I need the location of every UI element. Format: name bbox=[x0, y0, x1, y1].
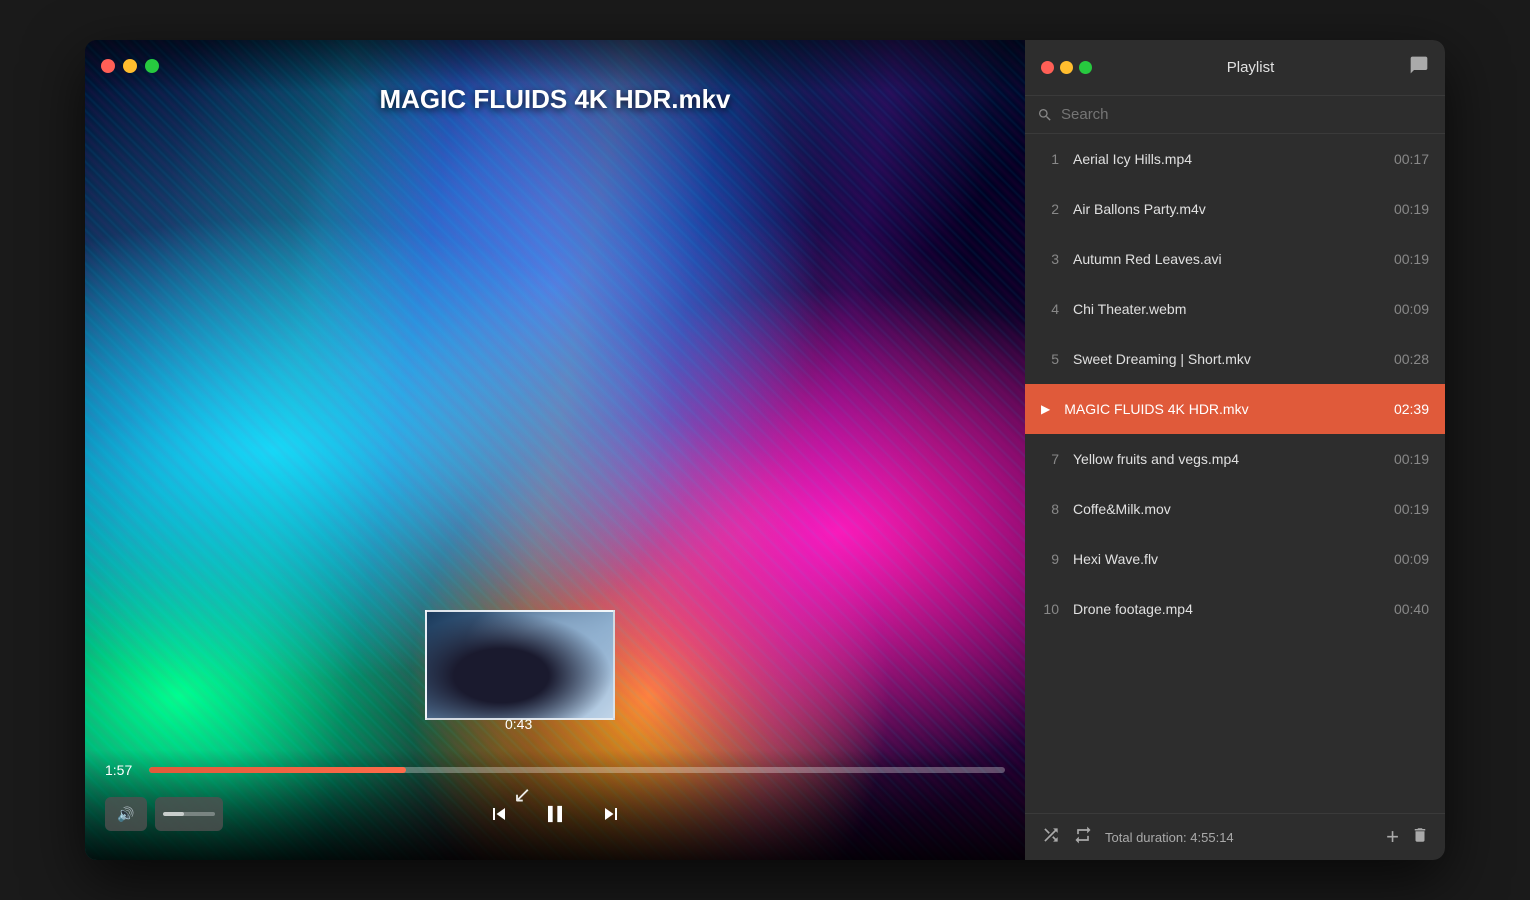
item-number: 1 bbox=[1041, 151, 1059, 167]
volume-button[interactable]: 🔊 bbox=[105, 797, 147, 831]
progress-bar-bg bbox=[149, 767, 1005, 773]
item-name: Aerial Icy Hills.mp4 bbox=[1073, 151, 1380, 167]
item-name: Drone footage.mp4 bbox=[1073, 601, 1380, 617]
volume-track bbox=[163, 812, 215, 816]
item-duration: 00:09 bbox=[1394, 301, 1429, 317]
item-duration: 00:19 bbox=[1394, 251, 1429, 267]
play-icon: ▶ bbox=[1041, 402, 1050, 416]
search-row bbox=[1025, 96, 1445, 134]
chat-icon[interactable] bbox=[1409, 55, 1429, 80]
total-duration: Total duration: 4:55:14 bbox=[1105, 830, 1374, 845]
playlist-maximize[interactable] bbox=[1079, 61, 1092, 74]
next-button[interactable] bbox=[589, 792, 633, 836]
current-time: 1:57 bbox=[105, 762, 137, 778]
volume-icon: 🔊 bbox=[117, 806, 134, 823]
controls-buttons: 🔊 bbox=[105, 788, 1005, 840]
traffic-lights bbox=[101, 59, 159, 73]
progress-row: 1:57 bbox=[105, 762, 1005, 778]
playlist-traffic-lights bbox=[1041, 61, 1092, 74]
playlist-header: Playlist bbox=[1025, 40, 1445, 96]
window-titlebar bbox=[85, 40, 1025, 92]
item-duration: 00:09 bbox=[1394, 551, 1429, 567]
item-name: Autumn Red Leaves.avi bbox=[1073, 251, 1380, 267]
item-name: Chi Theater.webm bbox=[1073, 301, 1380, 317]
playlist-item[interactable]: 7 Yellow fruits and vegs.mp4 00:19 bbox=[1025, 434, 1445, 484]
video-background: MAGIC FLUIDS 4K HDR.mkv 0:43 ↙ bbox=[85, 40, 1025, 860]
item-duration: 00:19 bbox=[1394, 201, 1429, 217]
item-number: 7 bbox=[1041, 451, 1059, 467]
pause-button[interactable] bbox=[529, 788, 581, 840]
delete-button[interactable] bbox=[1411, 826, 1429, 849]
item-duration: 00:17 bbox=[1394, 151, 1429, 167]
item-duration: 02:39 bbox=[1394, 401, 1429, 417]
playlist-item[interactable]: ▶ MAGIC FLUIDS 4K HDR.mkv 02:39 bbox=[1025, 384, 1445, 434]
minimize-button[interactable] bbox=[123, 59, 137, 73]
playlist-item[interactable]: 3 Autumn Red Leaves.avi 00:19 bbox=[1025, 234, 1445, 284]
search-input[interactable] bbox=[1061, 106, 1433, 123]
item-name: Sweet Dreaming | Short.mkv bbox=[1073, 351, 1380, 367]
item-name: MAGIC FLUIDS 4K HDR.mkv bbox=[1064, 401, 1380, 417]
progress-bar[interactable] bbox=[149, 767, 1005, 773]
search-icon bbox=[1037, 107, 1053, 123]
controls-overlay: 1:57 🔊 bbox=[85, 750, 1025, 860]
repeat-icon[interactable] bbox=[1073, 825, 1093, 850]
close-button[interactable] bbox=[101, 59, 115, 73]
item-name: Yellow fruits and vegs.mp4 bbox=[1073, 451, 1380, 467]
item-number: 3 bbox=[1041, 251, 1059, 267]
item-duration: 00:19 bbox=[1394, 501, 1429, 517]
playlist-item[interactable]: 10 Drone footage.mp4 00:40 bbox=[1025, 584, 1445, 634]
playlist-close[interactable] bbox=[1041, 61, 1054, 74]
item-duration: 00:19 bbox=[1394, 451, 1429, 467]
item-name: Air Ballons Party.m4v bbox=[1073, 201, 1380, 217]
volume-area: 🔊 bbox=[105, 797, 223, 831]
playlist-item[interactable]: 5 Sweet Dreaming | Short.mkv 00:28 bbox=[1025, 334, 1445, 384]
item-number: 2 bbox=[1041, 201, 1059, 217]
app-window: MAGIC FLUIDS 4K HDR.mkv 0:43 ↙ 1:57 bbox=[85, 40, 1445, 860]
maximize-button[interactable] bbox=[145, 59, 159, 73]
item-number: 10 bbox=[1041, 601, 1059, 617]
item-number: 5 bbox=[1041, 351, 1059, 367]
item-duration: 00:40 bbox=[1394, 601, 1429, 617]
playlist-item[interactable]: 2 Air Ballons Party.m4v 00:19 bbox=[1025, 184, 1445, 234]
playlist-items: 1 Aerial Icy Hills.mp4 00:17 2 Air Ballo… bbox=[1025, 134, 1445, 813]
volume-fill bbox=[163, 812, 184, 816]
playlist-item[interactable]: 9 Hexi Wave.flv 00:09 bbox=[1025, 534, 1445, 584]
volume-slider[interactable] bbox=[155, 797, 223, 831]
time-tooltip: 0:43 bbox=[505, 716, 532, 732]
shuffle-icon[interactable] bbox=[1041, 825, 1061, 850]
playlist-minimize[interactable] bbox=[1060, 61, 1073, 74]
thumbnail-preview bbox=[425, 610, 615, 720]
add-button[interactable]: + bbox=[1386, 824, 1399, 850]
video-area: MAGIC FLUIDS 4K HDR.mkv 0:43 ↙ 1:57 bbox=[85, 40, 1025, 860]
cursor-icon: ↙ bbox=[513, 782, 531, 808]
item-number: 9 bbox=[1041, 551, 1059, 567]
search-input-wrap bbox=[1037, 106, 1433, 123]
progress-bar-fill bbox=[149, 767, 406, 773]
main-content: MAGIC FLUIDS 4K HDR.mkv 0:43 ↙ 1:57 bbox=[85, 40, 1445, 860]
playlist-item[interactable]: 8 Coffe&Milk.mov 00:19 bbox=[1025, 484, 1445, 534]
item-duration: 00:28 bbox=[1394, 351, 1429, 367]
item-name: Coffe&Milk.mov bbox=[1073, 501, 1380, 517]
item-number: 8 bbox=[1041, 501, 1059, 517]
playlist-title: Playlist bbox=[1092, 59, 1409, 76]
playlist-item[interactable]: 4 Chi Theater.webm 00:09 bbox=[1025, 284, 1445, 334]
item-name: Hexi Wave.flv bbox=[1073, 551, 1380, 567]
playlist-panel: Playlist bbox=[1025, 40, 1445, 860]
item-number: 4 bbox=[1041, 301, 1059, 317]
playlist-footer: Total duration: 4:55:14 + bbox=[1025, 813, 1445, 860]
playlist-item[interactable]: 1 Aerial Icy Hills.mp4 00:17 bbox=[1025, 134, 1445, 184]
